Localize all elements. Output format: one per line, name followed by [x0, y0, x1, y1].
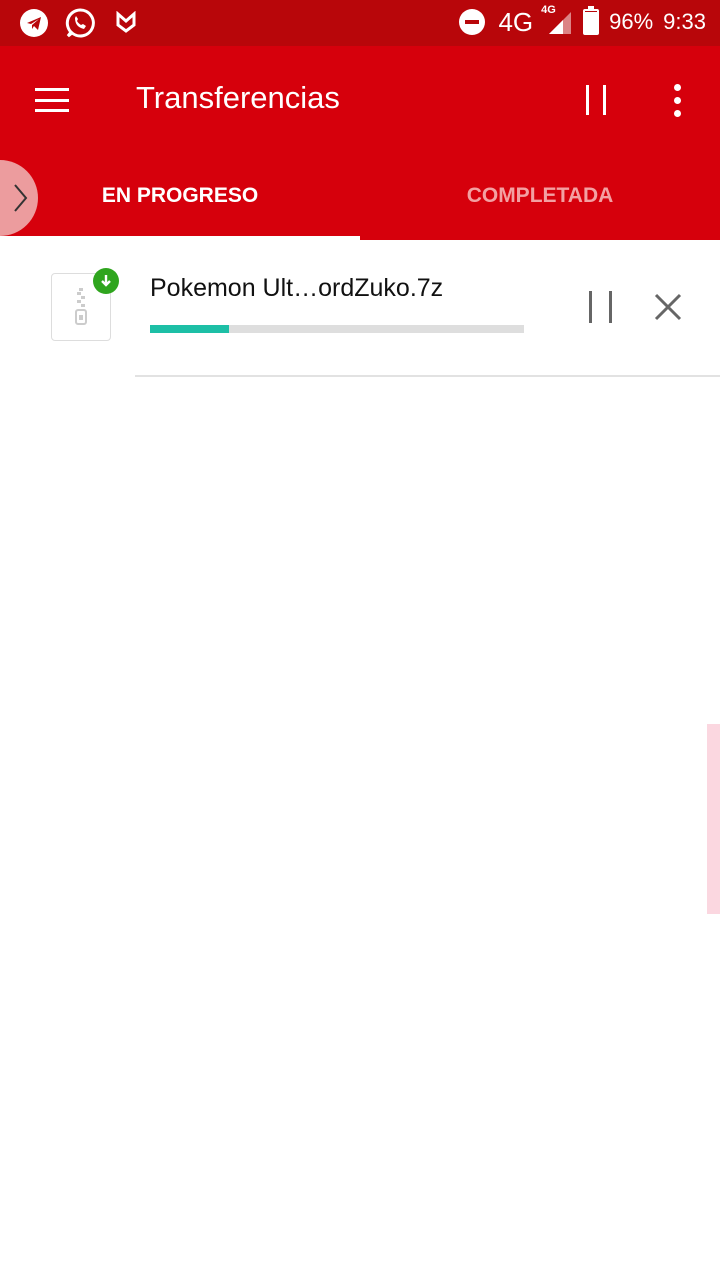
- status-bar-notifications: [18, 7, 142, 39]
- menu-button[interactable]: [28, 76, 76, 124]
- zip-file-icon: [75, 288, 87, 325]
- clock: 9:33: [663, 9, 706, 34]
- transfer-item[interactable]: Pokemon Ult…ordZuko.7z: [0, 240, 720, 376]
- battery-fill: [585, 11, 598, 33]
- telegram-icon: [18, 7, 50, 39]
- tab-completada[interactable]: COMPLETADA: [360, 152, 720, 240]
- app-bar: Transferencias: [0, 46, 720, 152]
- network-type: 4G: [498, 6, 534, 37]
- page-title: Transferencias: [136, 80, 340, 115]
- screen: 4G 4G 96% 9:33 Transferencias EN PROGRES…: [0, 0, 720, 1280]
- battery-icon: [583, 6, 600, 35]
- status-bar-system: 4G 4G 96% 9:33: [456, 4, 706, 38]
- tab-bar: EN PROGRESO COMPLETADA: [0, 152, 720, 240]
- pause-icon: [588, 291, 612, 323]
- more-vert-icon[interactable]: [655, 76, 699, 124]
- whatsapp-icon: [64, 7, 96, 39]
- pause-all-button[interactable]: [572, 76, 620, 124]
- pause-transfer-button[interactable]: [578, 284, 622, 330]
- gmail-icon: [110, 7, 142, 39]
- download-badge-icon: [93, 268, 119, 294]
- status-bar: 4G 4G 96% 9:33: [0, 0, 720, 46]
- cancel-transfer-button[interactable]: [646, 284, 690, 330]
- battery-percent: 96%: [609, 9, 654, 34]
- signal-icon: 4G: [541, 4, 573, 36]
- edge-scroll-indicator[interactable]: [707, 724, 720, 914]
- progress-bar: [150, 325, 524, 333]
- chevron-right-icon: [14, 184, 28, 212]
- close-icon: [654, 293, 682, 321]
- tab-en-progreso[interactable]: EN PROGRESO: [0, 152, 360, 240]
- file-name: Pokemon Ult…ordZuko.7z: [150, 274, 444, 302]
- pause-all-icon: [586, 85, 606, 115]
- divider: [135, 375, 720, 377]
- do-not-disturb-icon: [456, 6, 488, 38]
- menu-icon: [35, 88, 69, 112]
- progress-fill: [150, 325, 229, 333]
